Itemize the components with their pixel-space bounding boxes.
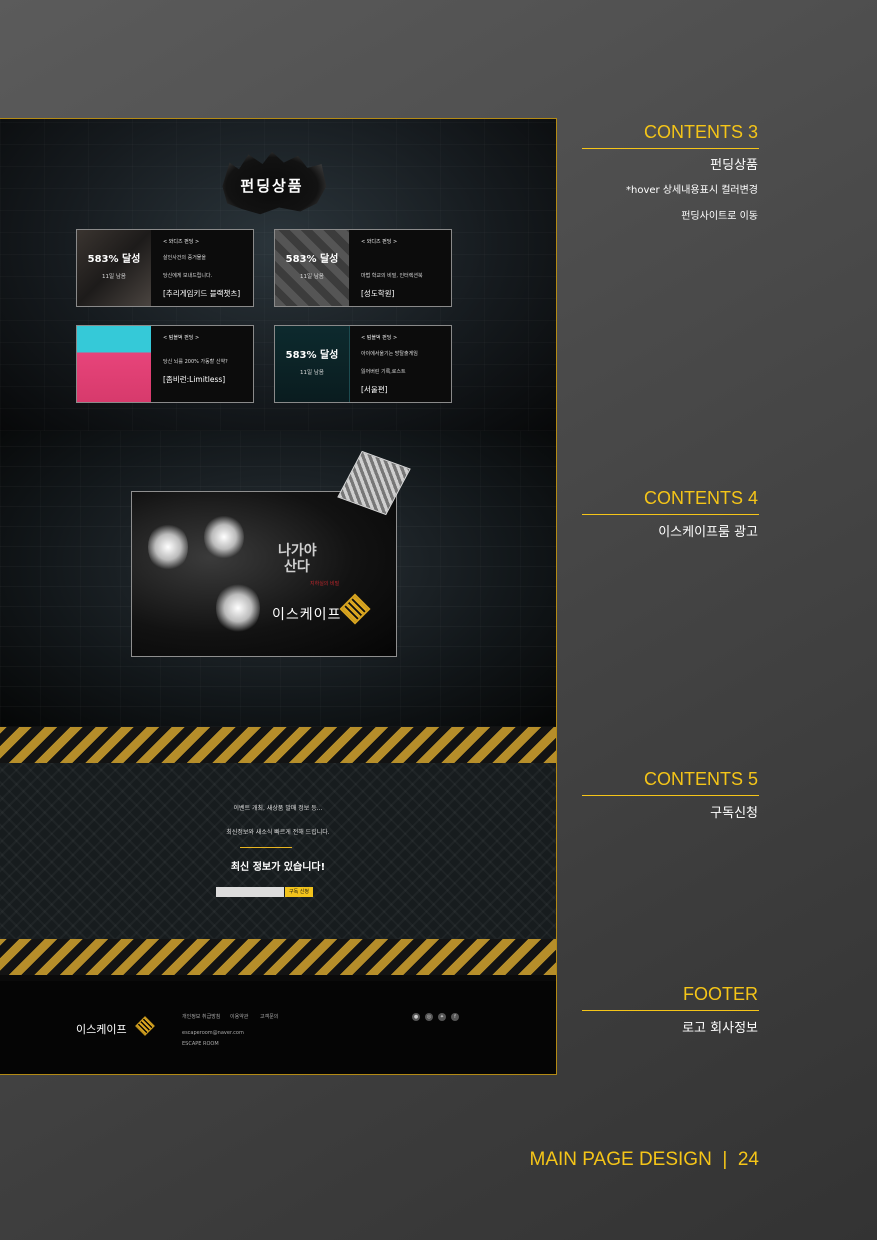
funding-card-1[interactable]: 583% 달성 11일 남음 < 와디즈 펀딩 > 살인사건의 증거물을 당신에… (76, 229, 254, 307)
card-category: < 텀블벅 펀딩 > (163, 335, 200, 341)
card-name: [좀비런:Limitless] (163, 375, 226, 384)
footer-email: escaperoom@naver.com (182, 1030, 244, 1036)
card-thumbnail (275, 326, 350, 402)
card-thumbnail (77, 230, 151, 306)
annotation-rule (582, 795, 759, 796)
annotation-heading: CONTENTS 4 (643, 488, 758, 508)
annotation-heading: CONTENTS 5 (643, 769, 758, 789)
twitter-icon[interactable]: ✦ (438, 1013, 446, 1021)
card-desc: 마법 학교의 비밀, 인터렉션북 (361, 273, 423, 279)
card-name: [서울편] (361, 385, 388, 394)
footer-logo[interactable]: 이스케이프 (76, 1021, 127, 1037)
face-graphic (204, 514, 244, 560)
annotation-heading: CONTENTS 3 (643, 122, 758, 142)
subscribe-button[interactable]: 구독 신청 (285, 887, 313, 897)
funding-card-4[interactable]: 583% 달성 11일 남음 < 텀블벅 펀딩 > 아이에서울기는 방탈출게임 … (274, 325, 452, 403)
card-category: < 와디즈 펀딩 > (163, 239, 200, 245)
maze-logo-icon (339, 593, 371, 625)
card-name: [추리게임키드 블랙챗츠] (163, 289, 241, 298)
card-days: 11일 남음 (300, 370, 324, 376)
annotation-title: 펀딩상품 (710, 158, 758, 173)
footer-link-contact[interactable]: 고객문의 (260, 1013, 278, 1020)
hazard-stripe (0, 727, 556, 763)
card-thumbnail (77, 326, 151, 402)
annotation-rule (582, 148, 759, 149)
card-category: < 와디즈 펀딩 > (361, 239, 398, 245)
card-percent: 583% 달성 (285, 254, 339, 265)
annotation-title: 로고 회사정보 (682, 1021, 758, 1036)
ad-subtitle: 지하실의 비밀 (310, 581, 340, 587)
funding-section: 펀딩상품 583% 달성 11일 남음 < 와디즈 펀딩 > 살인사건의 증거물… (0, 119, 556, 431)
card-desc: 잃어버린 기록,로스트 (361, 369, 406, 375)
instagram-icon[interactable]: ◎ (425, 1013, 433, 1021)
footer-link-privacy[interactable]: 개인정보 취급방침 (182, 1013, 220, 1020)
card-days: 11일 남음 (102, 274, 126, 280)
card-desc: 살인사건의 증거물을 (163, 255, 206, 261)
subscribe-section: 이벤트 개최, 새상품 발매 정보 등... 최신정보와 새소식 빠르게 전해 … (0, 763, 556, 939)
email-field[interactable] (216, 887, 284, 897)
card-name: [성도학원] (361, 289, 395, 298)
card-days: 11일 남음 (300, 274, 324, 280)
subscribe-text: 최신정보와 새소식 빠르게 전해 드립니다. (226, 829, 330, 836)
hazard-stripe (0, 939, 556, 975)
main-page-mockup: 펀딩상품 583% 달성 11일 남음 < 와디즈 펀딩 > 살인사건의 증거물… (0, 118, 557, 1075)
card-desc: 아이에서울기는 방탈출게임 (361, 351, 418, 357)
blog-icon[interactable]: ● (412, 1013, 420, 1021)
card-percent: 583% 달성 (285, 350, 339, 361)
annotation-rule (582, 1010, 759, 1011)
annotation-heading: FOOTER (683, 984, 758, 1004)
annotation-rule (582, 514, 759, 515)
maze-logo-icon (135, 1016, 155, 1036)
footer-link-terms[interactable]: 이용약관 (230, 1013, 248, 1020)
hand-graphic (148, 522, 188, 572)
funding-card-3[interactable]: < 텀블벅 펀딩 > 당신 뇌를 200% 가동할 신약? [좀비런:Limit… (76, 325, 254, 403)
annotation-note: *hover 상세내용표시 컬러변경 (626, 185, 758, 196)
funding-title: 펀딩상품 (240, 177, 304, 195)
card-category: < 텀블벅 펀딩 > (361, 335, 398, 341)
card-thumbnail (275, 230, 349, 306)
hand-graphic (216, 582, 260, 634)
page-footer: MAIN PAGE DESIGN | 24 (529, 1149, 759, 1170)
funding-card-2[interactable]: 583% 달성 11일 남음 < 와디즈 펀딩 > 마법 학교의 비밀, 인터렉… (274, 229, 452, 307)
subscribe-title: 최신 정보가 있습니다! (230, 862, 326, 873)
facebook-icon[interactable]: f (451, 1013, 459, 1021)
annotation-note: 펀딩사이트로 이동 (681, 211, 758, 222)
escape-ad-banner[interactable]: 나가야 산다 지하실의 비밀 이스케이프 (131, 491, 397, 657)
annotation-title: 이스케이프룸 광고 (658, 525, 758, 540)
card-percent: 583% 달성 (87, 254, 141, 265)
ad-headline: 산다 (284, 559, 310, 575)
divider (240, 847, 292, 848)
card-desc: 당신 뇌를 200% 가동할 신약? (163, 359, 228, 365)
ad-brand: 이스케이프 (272, 607, 342, 623)
card-desc: 당신에게 보내드립니다. (163, 273, 213, 279)
subscribe-text: 이벤트 개최, 새상품 발매 정보 등... (233, 805, 323, 812)
footer-company: ESCAPE ROOM (182, 1041, 219, 1047)
footer-section: 이스케이프 개인정보 취급방침 이용약관 고객문의 escaperoom@nav… (0, 981, 556, 1074)
annotation-title: 구독신청 (710, 806, 758, 821)
